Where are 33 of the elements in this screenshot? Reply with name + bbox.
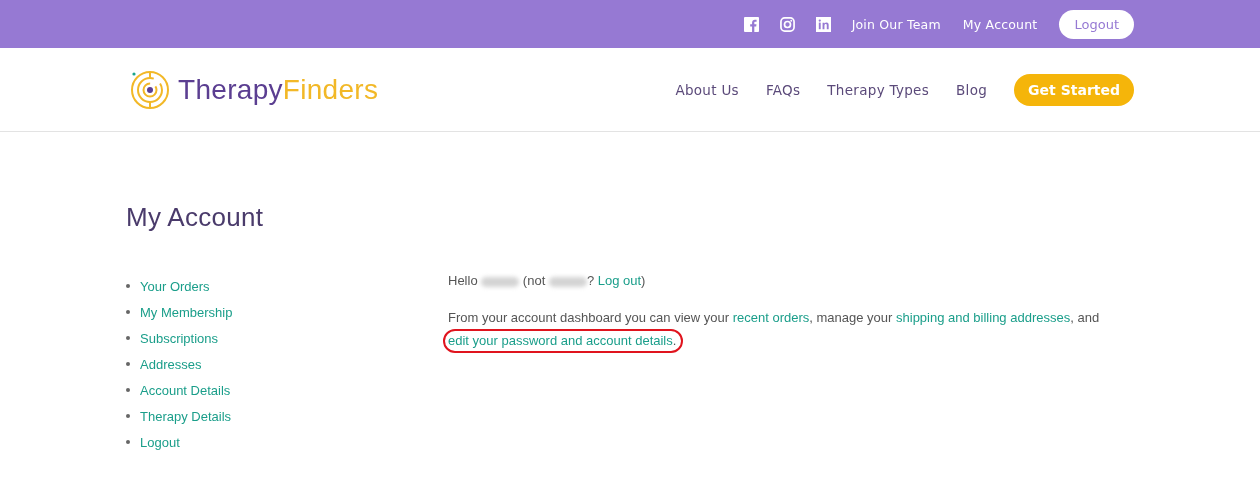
linkedin-icon[interactable]: [815, 16, 831, 32]
account-nav-link[interactable]: Logout: [140, 434, 180, 450]
top-link[interactable]: Join Our Team: [851, 16, 941, 32]
text-link[interactable]: edit your password and account details: [448, 333, 673, 348]
bullet-icon: [126, 388, 130, 392]
log-out-link[interactable]: Log out: [597, 273, 642, 288]
get-started-button[interactable]: Get Started: [1014, 73, 1134, 106]
blurred-name: [481, 276, 520, 287]
logout-button[interactable]: Logout: [1059, 9, 1134, 39]
bullet-icon: [126, 336, 130, 340]
bullet-icon: [126, 284, 130, 288]
bullet-icon: [126, 310, 130, 314]
blurred-name: [548, 276, 587, 287]
nav-link[interactable]: About Us: [675, 81, 739, 98]
greeting-text: Hello (not ? Log out): [448, 272, 647, 290]
account-nav-link[interactable]: My Membership: [140, 304, 233, 320]
top-link[interactable]: My Account: [962, 16, 1038, 32]
instagram-icon[interactable]: [779, 16, 795, 32]
account-nav-link[interactable]: Your Orders: [140, 278, 210, 294]
account-nav-link[interactable]: Account Details: [140, 382, 231, 398]
bullet-icon: [126, 362, 130, 366]
facebook-icon[interactable]: [743, 16, 759, 32]
page-title: My Account: [126, 202, 265, 233]
account-nav-link[interactable]: Therapy Details: [140, 408, 232, 424]
nav-link[interactable]: Therapy Types: [827, 81, 930, 98]
bullet-icon: [126, 440, 130, 444]
logo-text[interactable]: TherapyFinders: [178, 73, 379, 106]
nav-link[interactable]: FAQs: [765, 81, 801, 98]
account-nav-link[interactable]: Subscriptions: [140, 330, 219, 346]
nav-link[interactable]: Blog: [956, 81, 988, 98]
intro-paragraph: From your account dashboard you can view your recent orders, manage your shipping and billing addresses, and edit your password and account details.: [448, 306, 1134, 352]
bullet-icon: [126, 414, 130, 418]
account-nav-link[interactable]: Addresses: [140, 356, 202, 372]
